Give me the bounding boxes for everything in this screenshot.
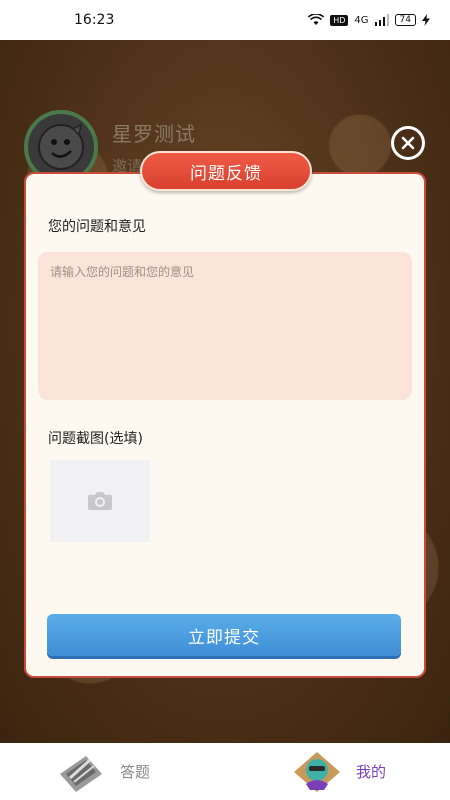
wifi-icon — [308, 14, 325, 25]
close-button[interactable] — [391, 126, 425, 160]
dialog-title: 问题反馈 — [140, 151, 312, 191]
tab-mine-label: 我的 — [356, 763, 387, 781]
signal-icon — [374, 14, 389, 26]
charging-icon — [422, 14, 430, 26]
submit-button[interactable]: 立即提交 — [47, 614, 401, 656]
status-bar: 16:23 HD 4G 74 — [0, 0, 450, 40]
feedback-dialog — [24, 172, 426, 678]
bottom-nav: 答题 我的 — [0, 743, 450, 800]
status-icons: HD 4G 74 — [308, 14, 430, 26]
tab-answer[interactable]: 答题 — [56, 743, 150, 800]
screenshot-label: 问题截图(选填) — [48, 431, 143, 447]
status-time: 16:23 — [74, 12, 115, 28]
tab-answer-label: 答题 — [120, 763, 151, 781]
tab-mine[interactable]: 我的 — [292, 743, 386, 800]
issue-textarea[interactable] — [38, 252, 412, 400]
screenshot-upload-button[interactable] — [50, 460, 150, 542]
battery-icon: 74 — [394, 14, 416, 26]
close-icon — [401, 136, 415, 150]
issue-label: 您的问题和意见 — [48, 219, 146, 235]
camera-icon — [88, 492, 112, 510]
hd-badge-icon: HD — [330, 14, 349, 26]
quiz-tab-icon — [60, 755, 102, 792]
profile-name: 星罗测试 — [112, 122, 196, 146]
avatar-face-icon — [38, 123, 84, 170]
profile-tab-icon — [294, 751, 340, 792]
network-type-icon: 4G — [354, 14, 369, 26]
